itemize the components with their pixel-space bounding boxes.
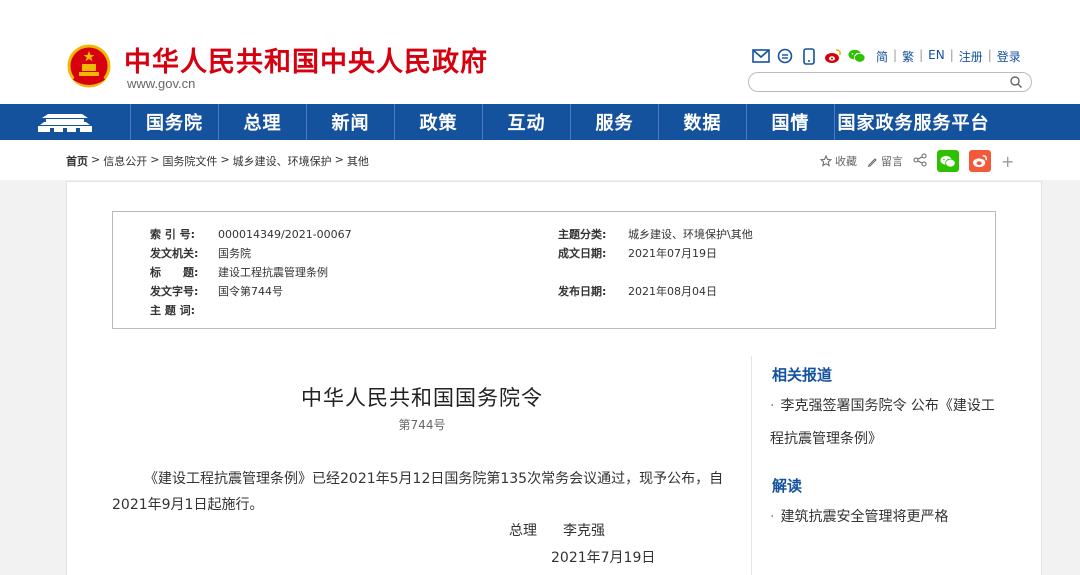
- meta-category: 主题分类: 城乡建设、环境保护\其他: [558, 228, 753, 241]
- breadcrumb-state-council-docs[interactable]: 国务院文件: [162, 153, 217, 169]
- mail-icon[interactable]: [752, 47, 770, 65]
- tool-icons: [752, 46, 866, 66]
- nav-item-data[interactable]: 数据: [658, 104, 746, 140]
- nav-item-policy[interactable]: 政策: [394, 104, 482, 140]
- site-title[interactable]: 中华人民共和国中央人民政府: [124, 40, 488, 79]
- message-icon[interactable]: [776, 47, 794, 65]
- related-report-link[interactable]: 李克强签署国务院令 公布《建设工程抗震管理条例》: [770, 390, 1000, 456]
- share-weibo-button[interactable]: [969, 150, 991, 172]
- search-box: [748, 72, 1032, 94]
- meta-issuer: 发文机关: 国务院: [150, 247, 251, 260]
- weibo-icon: [973, 155, 987, 168]
- search-input[interactable]: [759, 76, 1009, 94]
- sidebar-divider: [751, 356, 752, 575]
- nav-item-interaction[interactable]: 互动: [482, 104, 570, 140]
- breadcrumb-info-public[interactable]: 信息公开: [103, 153, 147, 169]
- document-number: 第744号: [398, 418, 446, 432]
- interpretation-heading: 解读: [772, 477, 803, 495]
- register-link[interactable]: 注册: [959, 48, 983, 65]
- breadcrumb-home[interactable]: 首页: [66, 153, 88, 169]
- nav-home[interactable]: [0, 104, 130, 140]
- tiananmen-icon: [38, 114, 92, 132]
- nav-item-services[interactable]: 服务: [570, 104, 658, 140]
- lang-english-link[interactable]: EN: [928, 48, 945, 65]
- nav-item-national-info[interactable]: 国情: [746, 104, 834, 140]
- lang-traditional-link[interactable]: 繁: [902, 48, 914, 65]
- comment-button[interactable]: 留言: [867, 153, 903, 169]
- meta-keywords: 主 题 词:: [150, 304, 196, 317]
- meta-index: 索 引 号: 000014349/2021-00067: [150, 228, 352, 241]
- meta-created-date: 成文日期: 2021年07月19日: [558, 247, 717, 260]
- more-share-button[interactable]: +: [1001, 152, 1014, 171]
- signature-date: 2021年7月19日: [551, 550, 656, 566]
- search-icon[interactable]: [1009, 75, 1023, 89]
- share-wechat-button[interactable]: [937, 150, 959, 172]
- wechat-icon[interactable]: [848, 47, 866, 65]
- related-reports-heading: 相关报道: [772, 366, 833, 384]
- document-body: 《建设工程抗震管理条例》已经2021年5月12日国务院第135次常务会议通过，现…: [112, 471, 724, 513]
- interpretation-link[interactable]: 建筑抗震安全管理将更严格: [770, 501, 1000, 534]
- favorite-button[interactable]: 收藏: [820, 153, 857, 169]
- weibo-icon[interactable]: [824, 47, 842, 65]
- breadcrumb-other[interactable]: 其他: [347, 153, 369, 169]
- pencil-icon: [867, 157, 877, 167]
- breadcrumb: 首页 > 信息公开 > 国务院文件 > 城乡建设、环境保护 > 其他: [66, 153, 369, 169]
- national-emblem-icon[interactable]: [66, 42, 112, 90]
- wechat-icon: [940, 155, 956, 167]
- document-meta-table: 索 引 号: 000014349/2021-00067 主题分类: 城乡建设、环境保…: [112, 211, 996, 329]
- signature: 总理 李克强: [509, 523, 605, 539]
- nav-item-premier[interactable]: 总理: [218, 104, 306, 140]
- login-link[interactable]: 登录: [997, 48, 1021, 65]
- share-toolbar: 收藏 留言 +: [820, 150, 1014, 172]
- share-icon: [913, 153, 927, 166]
- nav-item-gov-services-platform[interactable]: 国家政务服务平台: [834, 104, 992, 140]
- star-icon: [820, 155, 832, 167]
- site-url[interactable]: www.gov.cn: [127, 76, 195, 91]
- main-nav: 国务院 总理 新闻 政策 互动 服务 数据 国情 国家政务服务平台: [0, 104, 1080, 140]
- breadcrumb-urban-env[interactable]: 城乡建设、环境保护: [233, 153, 332, 169]
- language-links: 简 | 繁 | EN | 注册 | 登录: [876, 48, 1021, 65]
- meta-published-date: 发布日期: 2021年08月04日: [558, 285, 717, 298]
- share-button[interactable]: [913, 153, 927, 170]
- mobile-icon[interactable]: [800, 47, 818, 65]
- meta-doc-number: 发文字号: 国令第744号: [150, 285, 283, 298]
- document-title: 中华人民共和国国务院令: [301, 386, 543, 410]
- meta-title: 标 题: 建设工程抗震管理条例: [150, 266, 328, 279]
- nav-item-state-council[interactable]: 国务院: [130, 104, 218, 140]
- nav-item-news[interactable]: 新闻: [306, 104, 394, 140]
- lang-simplified-link[interactable]: 简: [876, 48, 888, 65]
